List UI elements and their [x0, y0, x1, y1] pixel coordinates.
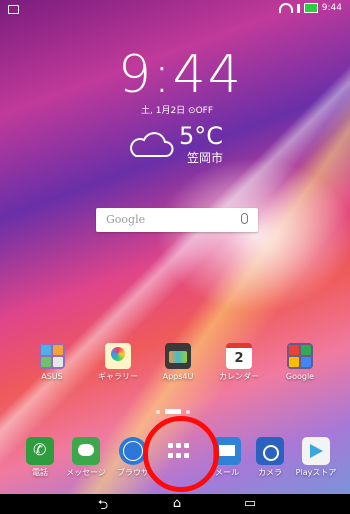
home-button[interactable]: ⌂	[162, 496, 192, 511]
back-button[interactable]: ⮌	[88, 496, 118, 514]
battery-icon	[303, 3, 318, 13]
home-page-indicator	[165, 409, 181, 414]
page-indicator[interactable]	[156, 409, 190, 414]
calendar-icon: 2	[226, 343, 252, 369]
page-dot	[186, 409, 190, 414]
apps4u-icon	[165, 343, 191, 369]
weather-city: 笠岡市	[187, 151, 224, 165]
calendar-day: 2	[234, 351, 244, 366]
wifi-icon	[278, 3, 293, 13]
search-placeholder: Google	[106, 213, 146, 226]
app-calendar[interactable]: 2 カレンダー	[209, 343, 269, 382]
clock-widget-date: 土, 1月2日 ⊙OFF	[141, 106, 214, 116]
signal-icon	[296, 3, 300, 13]
cloud-icon[interactable]	[128, 132, 174, 158]
status-time: 9:44	[321, 3, 342, 13]
mic-icon[interactable]	[241, 213, 248, 224]
gallery-icon	[105, 343, 131, 369]
home-screen: 9:44 9:44 土, 1月2日 ⊙OFF 5°C 笠岡市 Google AS…	[0, 0, 350, 514]
app-gallery[interactable]: ギャラリー	[88, 343, 148, 382]
notification-icon	[8, 5, 19, 14]
app-label: Playストア	[295, 468, 337, 477]
app-asus-folder[interactable]: ASUS	[22, 343, 82, 382]
weather-temperature: 5°C	[179, 122, 224, 150]
navigation-bar: ⮌ ⌂ ▭	[0, 494, 350, 514]
app-label: Apps4U	[162, 372, 194, 381]
page-dot	[156, 409, 160, 414]
app-label: ギャラリー	[98, 372, 138, 381]
google-search-bar[interactable]: Google	[96, 208, 258, 232]
clock-widget-time[interactable]: 9:44	[118, 45, 248, 105]
app-label: Google	[285, 372, 315, 381]
status-bar[interactable]: 9:44	[0, 0, 350, 18]
camera-icon	[256, 437, 284, 465]
message-icon	[72, 437, 100, 465]
google-folder-icon	[287, 343, 313, 369]
app-label: ASUS	[41, 372, 63, 381]
app-google-folder[interactable]: Google	[270, 343, 330, 382]
recent-apps-button[interactable]: ▭	[235, 496, 265, 511]
asus-folder-icon	[39, 343, 65, 369]
phone-icon	[26, 437, 54, 465]
dock-play-store[interactable]: Playストア	[286, 437, 346, 478]
app-apps4u[interactable]: Apps4U	[148, 343, 208, 382]
play-store-icon	[302, 437, 330, 465]
app-label: カレンダー	[219, 372, 259, 381]
highlight-circle	[143, 416, 219, 492]
